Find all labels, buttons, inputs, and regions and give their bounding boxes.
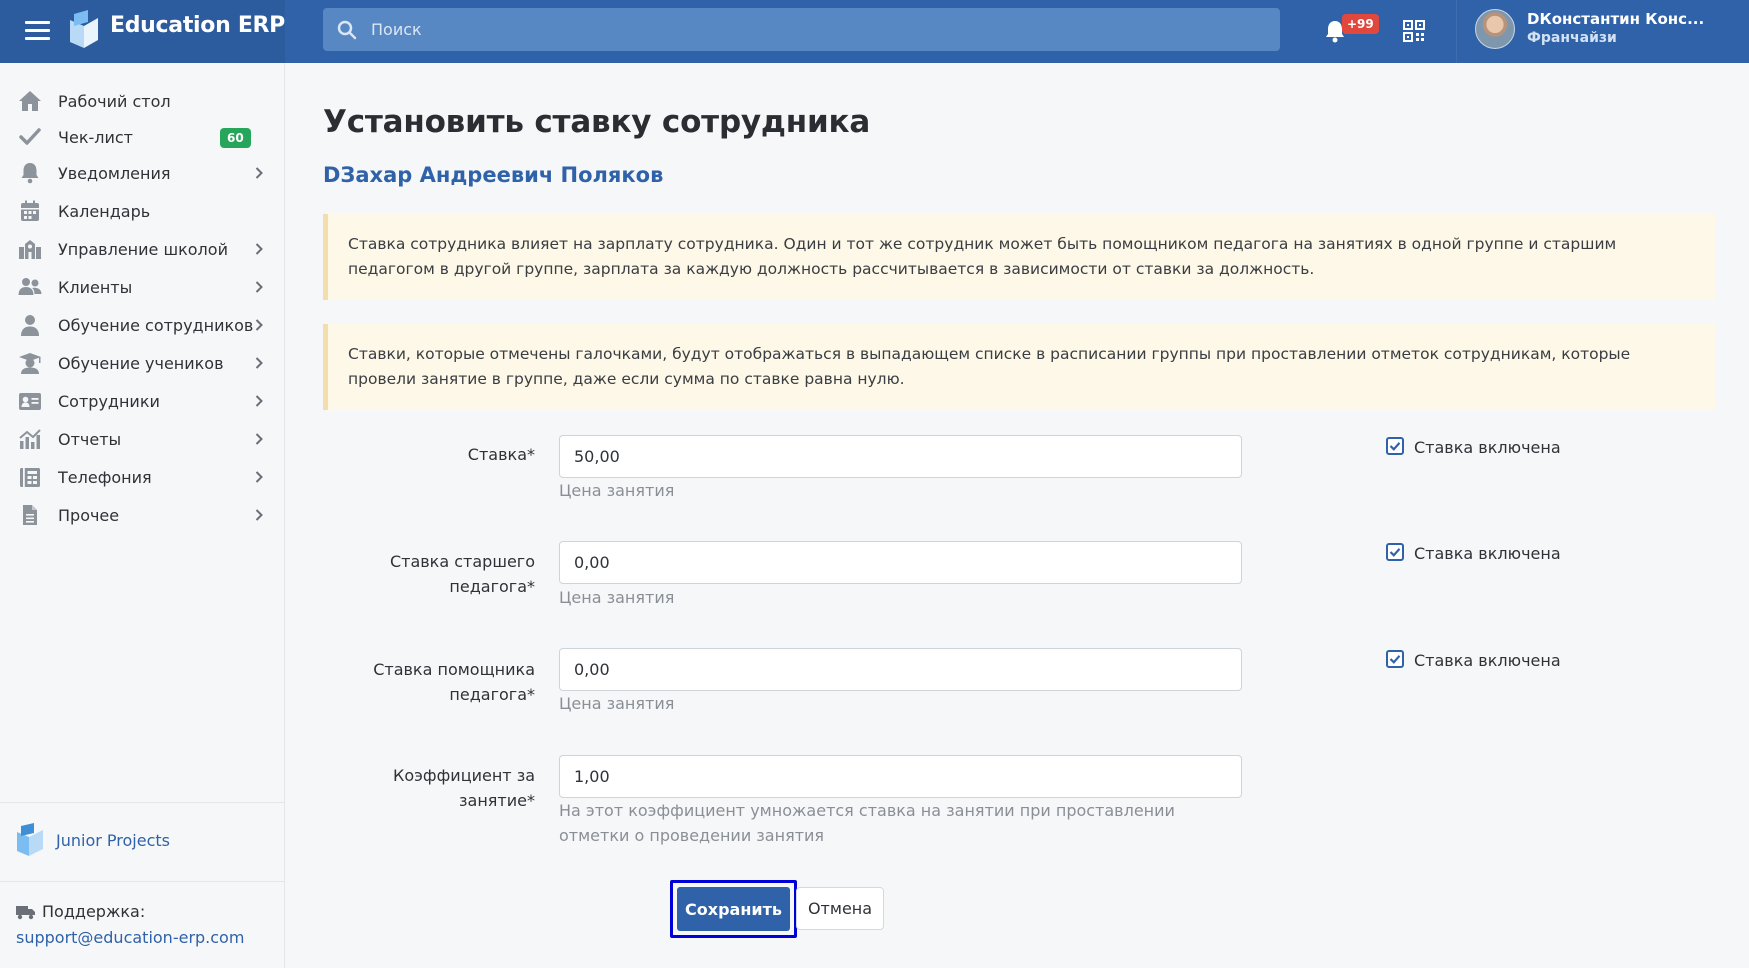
checklist-count-badge: 60 bbox=[220, 128, 251, 148]
assistant-rate-input[interactable] bbox=[559, 648, 1242, 691]
checkmark-icon bbox=[1389, 655, 1401, 664]
sidebar-item-label: Уведомления bbox=[58, 164, 171, 183]
sidebar-item-employees[interactable]: Сотрудники bbox=[0, 383, 284, 419]
search-icon bbox=[337, 20, 357, 40]
chevron-right-icon bbox=[255, 395, 263, 407]
phonebook-icon bbox=[20, 468, 40, 487]
qr-code-icon[interactable] bbox=[1403, 20, 1425, 42]
sidebar-item-staff-training[interactable]: Обучение сотрудников bbox=[0, 307, 284, 343]
chevron-right-icon bbox=[255, 319, 263, 331]
chevron-right-icon bbox=[255, 167, 263, 179]
notifications-badge[interactable]: +99 bbox=[1342, 14, 1379, 34]
assistant-rate-enabled-checkbox[interactable] bbox=[1386, 650, 1404, 668]
sidebar-item-calendar[interactable]: Календарь bbox=[0, 193, 284, 229]
sidebar-item-label: Обучение сотрудников bbox=[58, 316, 254, 335]
lesson-coefficient-label: Коэффициент за занятие* bbox=[393, 766, 535, 810]
topbar-divider bbox=[1456, 0, 1457, 63]
checkmark-icon bbox=[1389, 442, 1401, 451]
chevron-right-icon bbox=[255, 509, 263, 521]
junior-projects-link[interactable]: Junior Projects bbox=[56, 831, 170, 850]
assistant-rate-help: Цена занятия bbox=[559, 694, 675, 713]
truck-icon bbox=[16, 906, 35, 920]
teacher-icon bbox=[21, 315, 39, 336]
rate-label: Ставка* bbox=[467, 445, 535, 464]
id-card-icon bbox=[19, 393, 41, 410]
home-icon bbox=[19, 91, 41, 111]
bell-icon bbox=[21, 163, 39, 184]
sidebar-item-clients[interactable]: Клиенты bbox=[0, 269, 284, 305]
sidebar-item-telephony[interactable]: Телефония bbox=[0, 459, 284, 495]
checkmark-icon bbox=[1389, 548, 1401, 557]
calendar-icon bbox=[21, 200, 39, 221]
search-bar[interactable] bbox=[323, 8, 1280, 51]
search-input[interactable] bbox=[371, 8, 1261, 51]
lesson-coefficient-help: На этот коэффициент умножается ставка на… bbox=[559, 801, 1175, 845]
employee-name-link[interactable]: DЗахар Андреевич Поляков bbox=[323, 163, 663, 187]
user-role: Франчайзи bbox=[1527, 30, 1617, 46]
sidebar-divider bbox=[0, 802, 284, 803]
menu-toggle-icon[interactable] bbox=[25, 21, 50, 41]
sidebar-item-label: Телефония bbox=[58, 468, 152, 487]
page-title: Установить ставку сотрудника bbox=[323, 104, 871, 140]
rate-input[interactable] bbox=[559, 435, 1242, 478]
chevron-right-icon bbox=[255, 433, 263, 445]
junior-projects-logo-icon bbox=[17, 823, 43, 856]
sidebar-item-desktop[interactable]: Рабочий стол bbox=[0, 83, 284, 119]
support-label: Поддержка: bbox=[42, 902, 146, 921]
sidebar-item-label: Отчеты bbox=[58, 430, 122, 449]
chevron-right-icon bbox=[255, 243, 263, 255]
rate-enabled-label[interactable]: Ставка включена bbox=[1414, 438, 1561, 457]
support-email-link[interactable]: support@education-erp.com bbox=[16, 928, 244, 947]
sidebar-item-label: Чек-лист bbox=[58, 128, 133, 147]
sidebar-item-student-training[interactable]: Обучение учеников bbox=[0, 345, 284, 381]
top-bar: Education ERP +99 DКонстантин Конс... Фр… bbox=[0, 0, 1749, 63]
sidebar-item-school-management[interactable]: Управление школой bbox=[0, 231, 284, 267]
assistant-rate-enabled-label[interactable]: Ставка включена bbox=[1414, 651, 1561, 670]
info-note: Ставка сотрудника влияет на зарплату сот… bbox=[323, 214, 1715, 300]
graduation-cap-icon bbox=[19, 353, 41, 374]
sidebar-item-label: Прочее bbox=[58, 506, 120, 525]
sidebar-item-label: Клиенты bbox=[58, 278, 133, 297]
user-avatar[interactable] bbox=[1475, 9, 1515, 49]
education-erp-logo-icon bbox=[70, 10, 98, 48]
sidebar-item-label: Обучение учеников bbox=[58, 354, 224, 373]
sidebar-item-label: Управление школой bbox=[58, 240, 228, 259]
sidebar-item-label: Календарь bbox=[58, 202, 151, 221]
chevron-right-icon bbox=[255, 281, 263, 293]
senior-teacher-rate-input[interactable] bbox=[559, 541, 1242, 584]
check-icon bbox=[19, 128, 41, 145]
user-name[interactable]: DКонстантин Конс... bbox=[1527, 10, 1704, 28]
sidebar-divider bbox=[0, 881, 284, 882]
app-title[interactable]: Education ERP bbox=[110, 13, 285, 38]
senior-teacher-rate-label: Ставка старшего педагога* bbox=[389, 552, 535, 596]
chevron-right-icon bbox=[255, 357, 263, 369]
sidebar-item-other[interactable]: Прочее bbox=[0, 497, 284, 533]
sidebar-item-reports[interactable]: Отчеты bbox=[0, 421, 284, 457]
sidebar-item-label: Сотрудники bbox=[58, 392, 160, 411]
save-button[interactable]: Сохранить bbox=[677, 887, 790, 931]
chart-icon bbox=[19, 429, 41, 449]
senior-teacher-rate-enabled-label[interactable]: Ставка включена bbox=[1414, 544, 1561, 563]
assistant-rate-label: Ставка помощника педагога* bbox=[373, 660, 535, 704]
chevron-right-icon bbox=[255, 471, 263, 483]
senior-teacher-rate-enabled-checkbox[interactable] bbox=[1386, 543, 1404, 561]
school-icon bbox=[19, 240, 41, 259]
sidebar-item-notifications[interactable]: Уведомления bbox=[0, 155, 284, 191]
users-icon bbox=[18, 278, 42, 295]
lesson-coefficient-input[interactable] bbox=[559, 755, 1242, 798]
info-note: Ставки, которые отмечены галочками, буду… bbox=[323, 324, 1715, 410]
brand-area: Education ERP bbox=[0, 0, 285, 63]
sidebar-item-checklist[interactable]: Чек-лист 60 bbox=[0, 119, 284, 155]
rate-enabled-checkbox[interactable] bbox=[1386, 437, 1404, 455]
rate-help: Цена занятия bbox=[559, 481, 675, 500]
cancel-button[interactable]: Отмена bbox=[796, 887, 884, 930]
document-icon bbox=[23, 505, 37, 525]
senior-teacher-rate-help: Цена занятия bbox=[559, 588, 675, 607]
sidebar-item-label: Рабочий стол bbox=[58, 92, 171, 111]
